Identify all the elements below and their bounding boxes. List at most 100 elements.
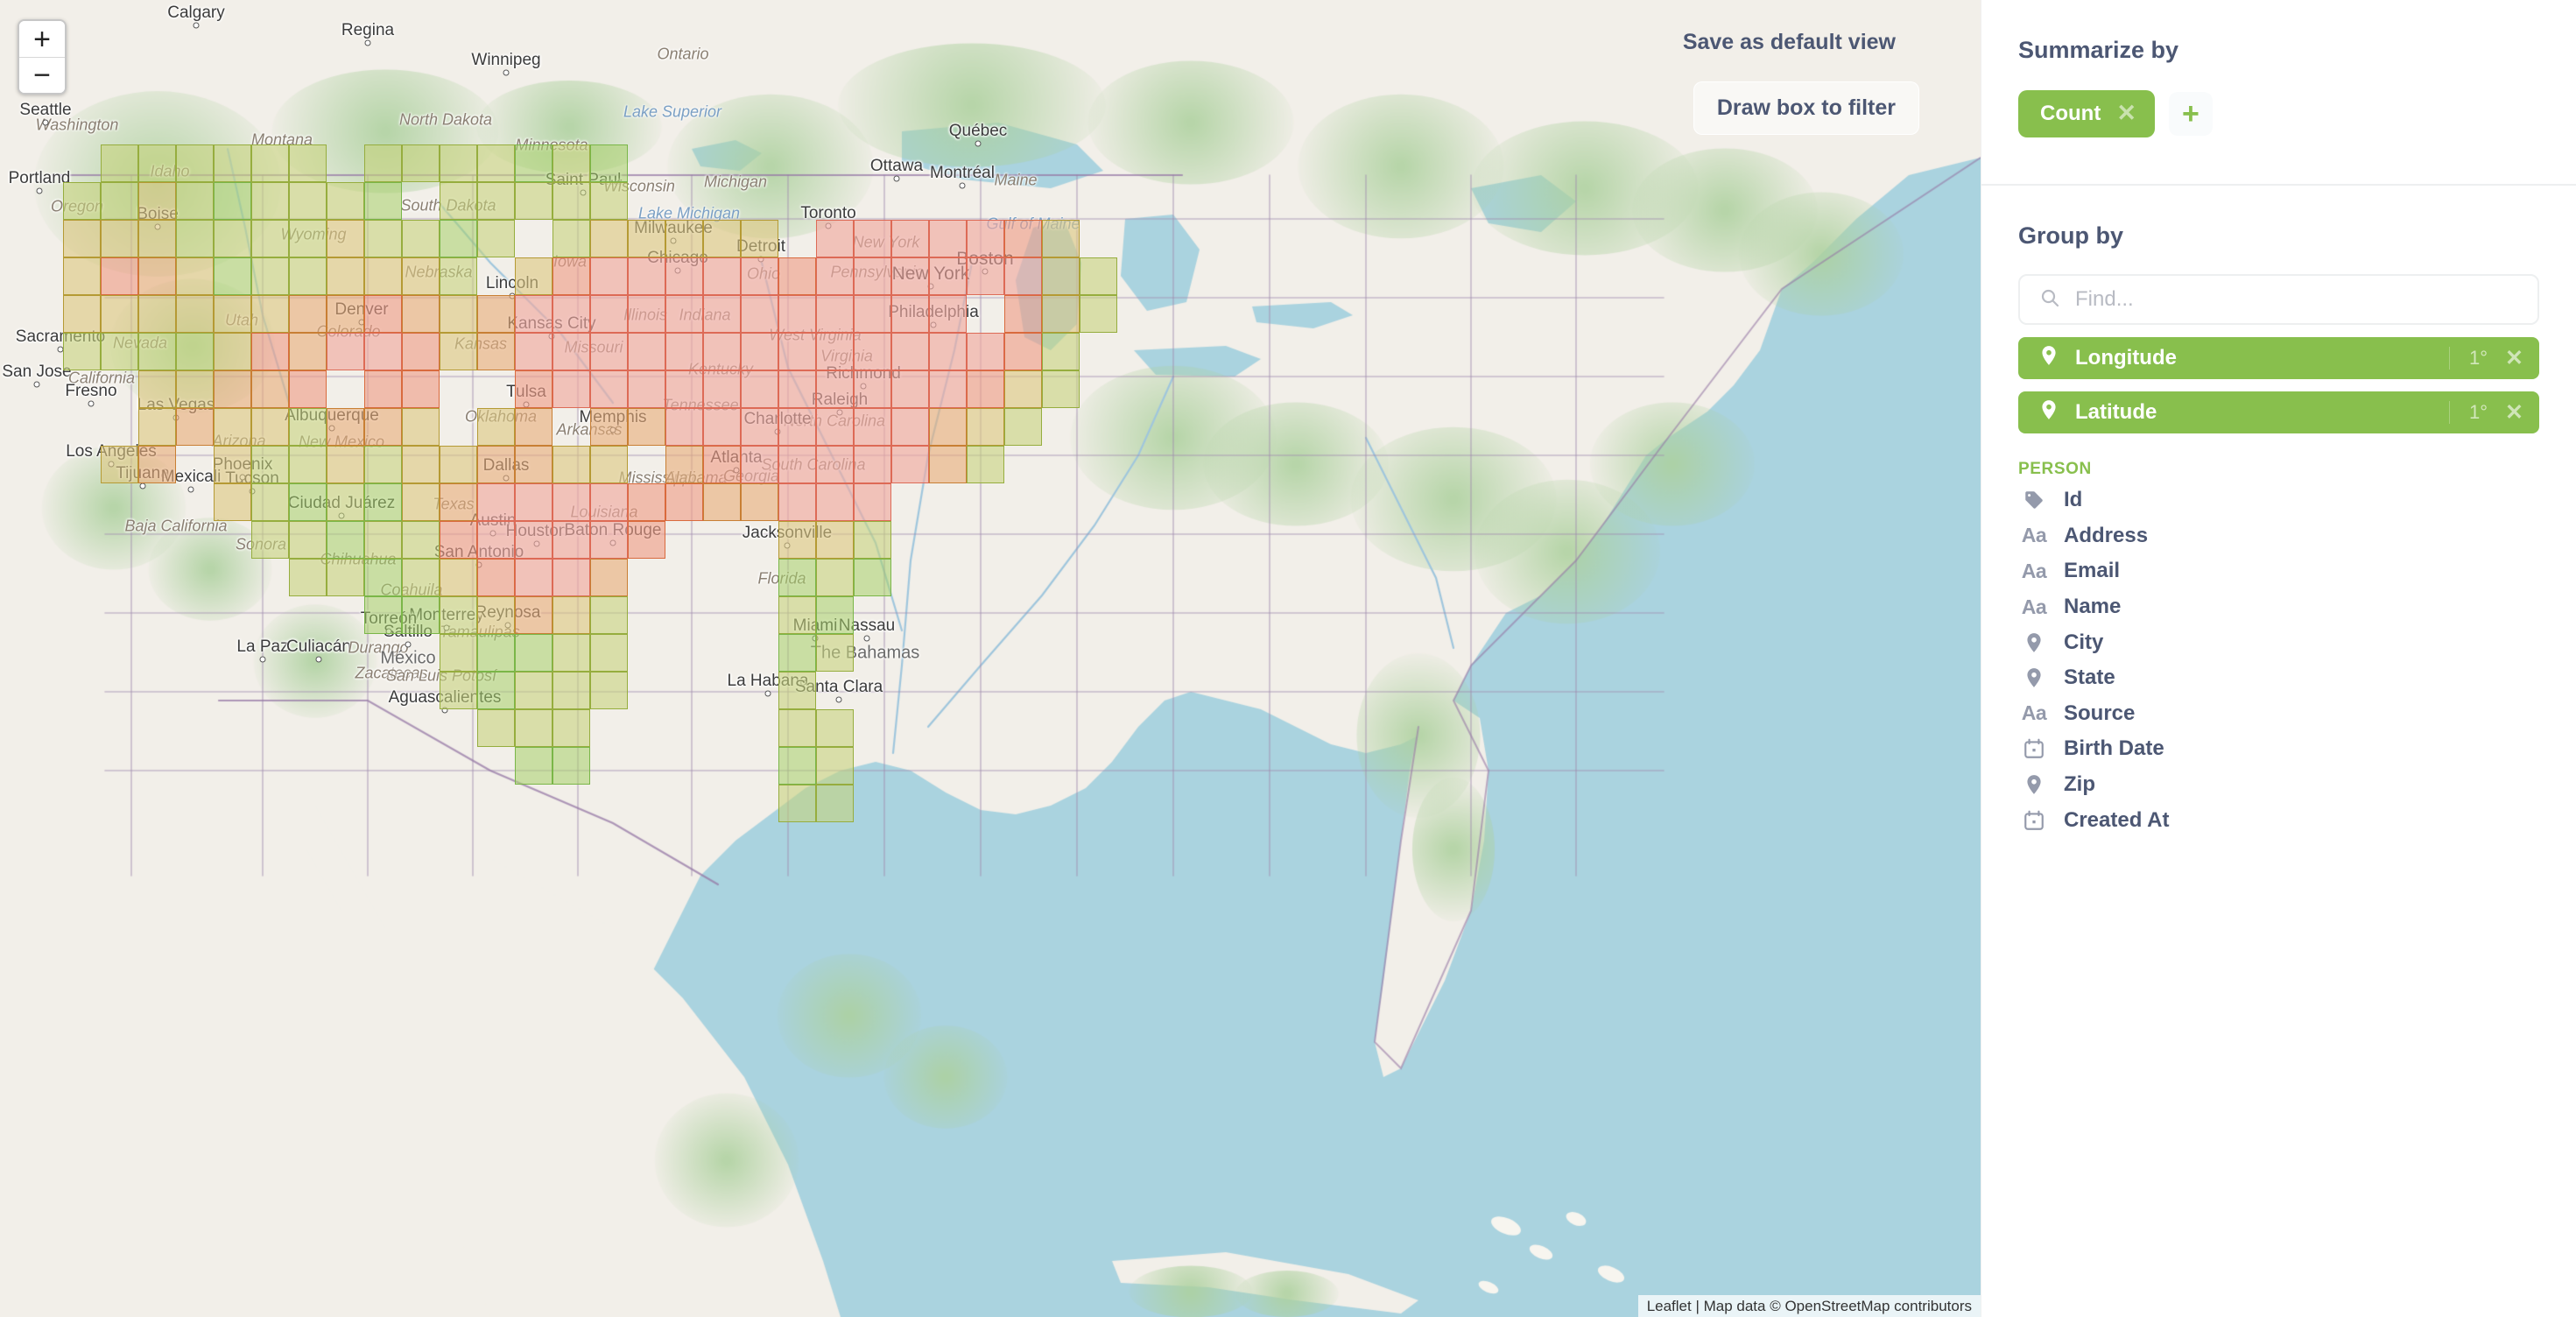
heatmap-cell[interactable] (289, 333, 327, 370)
heatmap-cell[interactable] (816, 559, 854, 596)
heatmap-cell[interactable] (289, 521, 327, 559)
heatmap-cell[interactable] (665, 220, 703, 257)
heatmap-cell[interactable] (967, 220, 1004, 257)
heatmap-cell[interactable] (214, 370, 251, 408)
heatmap-cell[interactable] (854, 333, 891, 370)
heatmap-cell[interactable] (1004, 333, 1042, 370)
heatmap-cell[interactable] (327, 220, 364, 257)
heatmap-cell[interactable] (138, 295, 176, 333)
field-row-state[interactable]: State (2018, 660, 2539, 696)
heatmap-cell[interactable] (63, 295, 101, 333)
field-row-birth-date[interactable]: Birth Date (2018, 731, 2539, 767)
heatmap-cell[interactable] (967, 257, 1004, 295)
heatmap-cell[interactable] (778, 295, 816, 333)
heatmap-cell[interactable] (176, 408, 214, 446)
heatmap-cell[interactable] (477, 182, 515, 220)
heatmap-cell[interactable] (816, 220, 854, 257)
heatmap-cell[interactable] (63, 333, 101, 370)
heatmap-cell[interactable] (929, 295, 967, 333)
heatmap-cell[interactable] (440, 596, 477, 634)
field-row-source[interactable]: Aa Source (2018, 696, 2539, 732)
heatmap-cell[interactable] (515, 709, 553, 747)
heatmap-cell[interactable] (214, 295, 251, 333)
heatmap-cell[interactable] (402, 483, 440, 521)
heatmap-cell[interactable] (778, 596, 816, 634)
heatmap-cell[interactable] (440, 144, 477, 182)
heatmap-cell[interactable] (402, 596, 440, 634)
draw-box-to-filter-button[interactable]: Draw box to filter (1693, 81, 1919, 135)
heatmap-cell[interactable] (138, 408, 176, 446)
heatmap-cell[interactable] (364, 257, 402, 295)
heatmap-cell[interactable] (590, 483, 628, 521)
heatmap-cell[interactable] (778, 333, 816, 370)
heatmap-cell[interactable] (364, 446, 402, 483)
heatmap-cell[interactable] (327, 521, 364, 559)
heatmap-cell[interactable] (515, 559, 553, 596)
heatmap-cell[interactable] (590, 144, 628, 182)
heatmap-cell[interactable] (515, 747, 553, 785)
heatmap-cell[interactable] (778, 483, 816, 521)
heatmap-cell[interactable] (1080, 295, 1117, 333)
heatmap-cell[interactable] (176, 295, 214, 333)
heatmap-cell[interactable] (891, 446, 929, 483)
heatmap-cell[interactable] (440, 483, 477, 521)
heatmap-cell[interactable] (477, 709, 515, 747)
heatmap-cell[interactable] (251, 333, 289, 370)
heatmap-cell[interactable] (703, 446, 741, 483)
heatmap-cell[interactable] (665, 333, 703, 370)
heatmap-cell[interactable] (289, 182, 327, 220)
heatmap-cell[interactable] (251, 521, 289, 559)
heatmap-cell[interactable] (477, 144, 515, 182)
heatmap-cell[interactable] (703, 333, 741, 370)
heatmap-cell[interactable] (477, 295, 515, 333)
heatmap-cell[interactable] (251, 257, 289, 295)
heatmap-cell[interactable] (138, 333, 176, 370)
heatmap-cell[interactable] (515, 672, 553, 709)
heatmap-cell[interactable] (251, 295, 289, 333)
heatmap-cell[interactable] (1042, 295, 1080, 333)
heatmap-cell[interactable] (1042, 333, 1080, 370)
groupby-chip-bucket[interactable]: 1° (2449, 347, 2505, 370)
heatmap-cell[interactable] (590, 446, 628, 483)
heatmap-cell[interactable] (477, 596, 515, 634)
field-row-created-at[interactable]: Created At (2018, 802, 2539, 838)
heatmap-cell[interactable] (251, 182, 289, 220)
heatmap-cell[interactable] (553, 295, 590, 333)
heatmap-cell[interactable] (515, 144, 553, 182)
heatmap-cell[interactable] (816, 257, 854, 295)
heatmap-cell[interactable] (364, 521, 402, 559)
heatmap-cell[interactable] (327, 295, 364, 333)
heatmap-cell[interactable] (778, 559, 816, 596)
heatmap-cell[interactable] (1042, 370, 1080, 408)
field-row-name[interactable]: Aa Name (2018, 589, 2539, 625)
heatmap-cell[interactable] (402, 521, 440, 559)
heatmap-cell[interactable] (665, 446, 703, 483)
heatmap-cell[interactable] (1004, 370, 1042, 408)
heatmap-cell[interactable] (590, 521, 628, 559)
heatmap-cell[interactable] (778, 446, 816, 483)
heatmap-cell[interactable] (665, 408, 703, 446)
add-aggregation-button[interactable]: + (2168, 92, 2213, 136)
heatmap-cell[interactable] (251, 144, 289, 182)
heatmap-cell[interactable] (214, 220, 251, 257)
heatmap-cell[interactable] (553, 709, 590, 747)
heatmap-cell[interactable] (1042, 257, 1080, 295)
heatmap-cell[interactable] (891, 257, 929, 295)
heatmap-cell[interactable] (741, 446, 778, 483)
heatmap-cell[interactable] (515, 634, 553, 672)
heatmap-cell[interactable] (1004, 408, 1042, 446)
heatmap-cell[interactable] (515, 408, 553, 446)
heatmap-cell[interactable] (590, 333, 628, 370)
heatmap-cell[interactable] (477, 446, 515, 483)
heatmap-cell[interactable] (515, 257, 553, 295)
heatmap-cell[interactable] (440, 672, 477, 709)
heatmap-cell[interactable] (138, 220, 176, 257)
heatmap-cell[interactable] (816, 596, 854, 634)
heatmap-cell[interactable] (440, 634, 477, 672)
field-row-id[interactable]: Id (2018, 482, 2539, 518)
heatmap-cell[interactable] (703, 220, 741, 257)
heatmap-cell[interactable] (214, 257, 251, 295)
close-icon[interactable]: ✕ (2505, 348, 2534, 370)
heatmap-cell[interactable] (778, 257, 816, 295)
heatmap-cell[interactable] (101, 182, 138, 220)
